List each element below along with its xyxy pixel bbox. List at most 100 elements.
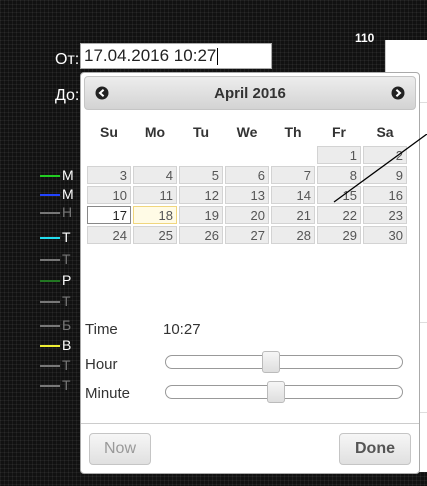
calendar-day[interactable]: 22 — [317, 206, 361, 224]
weekday-header: Mo — [144, 124, 166, 140]
calendar-day[interactable]: 29 — [317, 226, 361, 244]
legend-color-line — [40, 325, 60, 327]
weekday-header: Tu — [192, 124, 210, 140]
legend-color-line — [40, 365, 60, 367]
calendar-cell: 26 — [179, 226, 223, 244]
calendar-day[interactable]: 12 — [179, 186, 223, 204]
calendar-cell — [133, 146, 177, 164]
minute-label: Minute — [85, 385, 131, 402]
calendar-cell: 29 — [317, 226, 361, 244]
from-datetime-input[interactable]: 17.04.2016 10:27 — [80, 43, 272, 69]
legend-color-line — [40, 345, 60, 347]
calendar-cell: 4 — [133, 166, 177, 184]
calendar-day[interactable]: 23 — [363, 206, 407, 224]
legend-label: В — [62, 337, 72, 353]
calendar-cell: 12 — [179, 186, 223, 204]
weekday-header: Th — [284, 124, 302, 140]
calendar-cell: 30 — [363, 226, 407, 244]
calendar-weeks: 1 2 3 4 5 6 7 8 9 10 11 12 13 14 15 16 17 18 19 20 21 22 23 24 2… — [87, 146, 407, 244]
calendar-day[interactable]: 15 — [317, 186, 361, 204]
datetime-picker-popup: April 2016 Su Mo Tu We Th Fr Sa 1 2 3 4 5 6 7 8 9 10 11 1… — [80, 72, 420, 474]
calendar-day[interactable]: 10 — [87, 186, 131, 204]
calendar-day[interactable]: 6 — [225, 166, 269, 184]
weekday-header-row: Su Mo Tu We Th Fr Sa — [87, 120, 407, 144]
calendar-day[interactable]: 18 — [133, 206, 177, 224]
calendar-day[interactable]: 5 — [179, 166, 223, 184]
calendar-cell: 22 — [317, 206, 361, 224]
minute-slider-handle[interactable] — [267, 381, 285, 403]
calendar-day[interactable]: 11 — [133, 186, 177, 204]
legend-label: Т — [62, 377, 71, 393]
calendar-cell: 16 — [363, 186, 407, 204]
next-month-button[interactable] — [391, 86, 405, 100]
calendar-cell: 21 — [271, 206, 315, 224]
calendar-day[interactable]: 13 — [225, 186, 269, 204]
legend-color-line — [40, 237, 60, 239]
hour-slider-handle[interactable] — [262, 351, 280, 373]
legend-label: М — [62, 167, 74, 183]
to-label: До: — [55, 87, 80, 104]
legend-label: Н — [62, 204, 73, 220]
calendar-week-row: 3456789 — [87, 166, 407, 184]
calendar-day[interactable]: 7 — [271, 166, 315, 184]
calendar-cell: 20 — [225, 206, 269, 224]
from-datetime-value: 17.04.2016 10:27 — [84, 46, 217, 65]
legend-label: Т — [62, 251, 71, 267]
calendar-cell — [271, 146, 315, 164]
calendar-cell — [179, 146, 223, 164]
calendar-cell: 9 — [363, 166, 407, 184]
legend-color-line — [40, 194, 60, 196]
calendar-day[interactable]: 2 — [363, 146, 407, 164]
calendar-cell: 13 — [225, 186, 269, 204]
calendar-day[interactable]: 4 — [133, 166, 177, 184]
calendar-week-row: 24 25 26 27 28 29 30 — [87, 226, 407, 244]
buttonpane-divider — [81, 423, 419, 424]
calendar-cell: 17 — [87, 206, 131, 224]
time-label: Time — [85, 321, 118, 338]
minute-slider[interactable] — [165, 381, 403, 403]
calendar-week-row: 10 11 12 13 14 15 16 — [87, 186, 407, 204]
calendar-day[interactable]: 3 — [87, 166, 131, 184]
calendar-day[interactable]: 26 — [179, 226, 223, 244]
from-label: От: — [55, 51, 80, 68]
calendar-cell: 3 — [87, 166, 131, 184]
legend-color-line — [40, 385, 60, 387]
calendar-cell — [225, 146, 269, 164]
calendar-grid: Su Mo Tu We Th Fr Sa 1 2 3 4 5 6 7 8 9 10 11 12 13 14 15 16 17… — [85, 118, 409, 246]
hour-slider[interactable] — [165, 351, 403, 373]
calendar-cell: 19 — [179, 206, 223, 224]
calendar-day[interactable]: 9 — [363, 166, 407, 184]
calendar-cell: 5 — [179, 166, 223, 184]
legend-label: Р — [62, 272, 72, 288]
calendar-cell: 28 — [271, 226, 315, 244]
calendar-cell: 23 — [363, 206, 407, 224]
calendar-day[interactable]: 17 — [87, 206, 131, 224]
calendar-cell: 14 — [271, 186, 315, 204]
calendar-week-row: 12 — [87, 146, 407, 164]
calendar-day[interactable]: 8 — [317, 166, 361, 184]
calendar-day[interactable]: 20 — [225, 206, 269, 224]
calendar-cell: 2 — [363, 146, 407, 164]
calendar-day[interactable]: 24 — [87, 226, 131, 244]
calendar-day[interactable]: 14 — [271, 186, 315, 204]
calendar-day[interactable]: 27 — [225, 226, 269, 244]
text-caret — [217, 48, 219, 66]
legend-color-line — [40, 212, 60, 214]
legend-color-line — [40, 259, 60, 261]
calendar-cell: 10 — [87, 186, 131, 204]
calendar-cell: 15 — [317, 186, 361, 204]
calendar-day[interactable]: 16 — [363, 186, 407, 204]
now-button[interactable]: Now — [89, 433, 151, 465]
done-button[interactable]: Done — [339, 433, 411, 465]
legend-label: Т — [62, 357, 71, 373]
calendar-cell: 8 — [317, 166, 361, 184]
calendar-day[interactable]: 30 — [363, 226, 407, 244]
calendar-day[interactable]: 21 — [271, 206, 315, 224]
calendar-day[interactable]: 28 — [271, 226, 315, 244]
weekday-header: Fr — [332, 124, 346, 140]
calendar-day[interactable]: 25 — [133, 226, 177, 244]
calendar-day[interactable]: 19 — [179, 206, 223, 224]
calendar-day[interactable]: 1 — [317, 146, 361, 164]
legend-color-line — [40, 280, 60, 282]
calendar-cell: 18 — [133, 206, 177, 224]
